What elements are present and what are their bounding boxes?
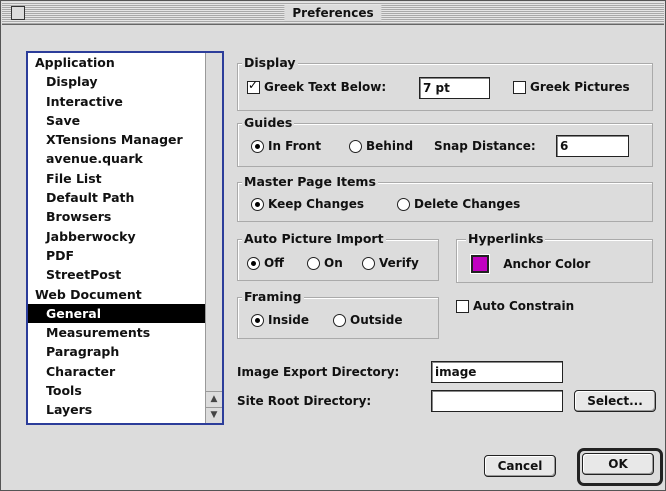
verify-label: Verify xyxy=(379,256,419,270)
category-list-item[interactable]: General xyxy=(28,303,205,324)
anchor-color-label: Anchor Color xyxy=(503,256,591,271)
off-label: Off xyxy=(264,256,284,270)
close-box-icon[interactable] xyxy=(11,6,25,20)
keep-changes-radio-icon[interactable] xyxy=(251,198,264,211)
category-list[interactable]: Application Display Interactive Save XTensio… xyxy=(26,51,224,425)
greek-text-checkbox[interactable]: Greek Text Below: xyxy=(247,78,387,94)
snap-distance-field[interactable]: 6 xyxy=(556,135,629,157)
framing-inside-radio[interactable]: Inside xyxy=(251,313,309,327)
snap-distance-label: Snap Distance: xyxy=(434,139,536,153)
behind-radio-icon[interactable] xyxy=(349,140,362,153)
in-front-label: In Front xyxy=(268,139,322,153)
framing-outside-radio[interactable]: Outside xyxy=(333,313,402,327)
category-list-item[interactable]: Layers xyxy=(28,400,205,419)
display-group-title: Display xyxy=(242,55,298,70)
category-list-item[interactable]: Default Path xyxy=(28,188,205,207)
window-title: Preferences xyxy=(284,5,382,21)
category-list-item[interactable]: Paragraph xyxy=(28,342,205,361)
delete-changes-label: Delete Changes xyxy=(414,197,521,211)
greek-text-check-icon[interactable] xyxy=(247,78,260,94)
anchor-color-control[interactable]: Anchor Color xyxy=(470,254,591,274)
greek-text-label: Greek Text Below: xyxy=(264,80,387,94)
outside-radio-icon[interactable] xyxy=(333,314,346,327)
off-radio-icon[interactable] xyxy=(247,257,260,270)
delete-changes-radio-icon[interactable] xyxy=(397,198,410,211)
on-radio-icon[interactable] xyxy=(307,257,320,270)
category-list-item[interactable]: Measurements xyxy=(28,323,205,342)
api-verify-radio[interactable]: Verify xyxy=(362,256,419,270)
guides-group-title: Guides xyxy=(242,115,295,130)
api-on-radio[interactable]: On xyxy=(307,256,343,270)
image-export-label: Image Export Directory: xyxy=(237,365,400,379)
greek-text-size-field[interactable]: 7 pt xyxy=(419,77,490,99)
inside-label: Inside xyxy=(268,313,309,327)
api-off-radio[interactable]: Off xyxy=(247,256,284,270)
auto-constrain-checkbox[interactable]: Auto Constrain xyxy=(456,299,574,313)
list-scrollbar[interactable]: ▲ ▼ xyxy=(205,53,222,423)
category-list-item[interactable]: Jabberwocky xyxy=(28,227,205,246)
cancel-button[interactable]: Cancel xyxy=(484,455,556,477)
behind-label: Behind xyxy=(366,139,414,153)
auto-picture-import-title: Auto Picture Import xyxy=(242,231,386,246)
greek-pictures-check-icon[interactable] xyxy=(513,81,526,94)
category-list-items: Application Display Interactive Save XTensio… xyxy=(28,53,205,423)
ok-button-frame: OK xyxy=(577,448,663,486)
anchor-color-swatch[interactable] xyxy=(470,254,490,274)
category-list-item[interactable]: Tools xyxy=(28,381,205,400)
delete-changes-radio[interactable]: Delete Changes xyxy=(397,197,520,211)
keep-changes-label: Keep Changes xyxy=(268,197,364,211)
hyperlinks-title: Hyperlinks xyxy=(466,231,546,246)
guides-in-front-radio[interactable]: In Front xyxy=(251,139,321,153)
category-list-item[interactable]: Save xyxy=(28,111,205,130)
auto-constrain-label: Auto Constrain xyxy=(473,299,575,313)
verify-radio-icon[interactable] xyxy=(362,257,375,270)
image-export-field[interactable]: image xyxy=(431,361,563,383)
auto-constrain-check-icon[interactable] xyxy=(456,300,469,313)
guides-behind-radio[interactable]: Behind xyxy=(349,139,413,153)
greek-pictures-checkbox[interactable]: Greek Pictures xyxy=(513,80,630,94)
in-front-radio-icon[interactable] xyxy=(251,140,264,153)
master-page-items-title: Master Page Items xyxy=(242,174,378,189)
select-button[interactable]: Select... xyxy=(574,390,656,412)
scroll-up-arrow-icon[interactable]: ▲ xyxy=(206,391,222,407)
category-list-item[interactable]: Browsers xyxy=(28,207,205,226)
scroll-down-arrow-icon[interactable]: ▼ xyxy=(206,407,222,423)
ok-button[interactable]: OK xyxy=(582,453,654,475)
site-root-label: Site Root Directory: xyxy=(237,394,372,408)
site-root-field[interactable] xyxy=(431,390,563,412)
category-list-item[interactable]: Interactive xyxy=(28,92,205,111)
preferences-dialog: Preferences Application Display Interactiv… xyxy=(0,0,666,491)
category-list-item[interactable]: XTensions Manager xyxy=(28,130,205,149)
category-list-item[interactable]: StreetPost xyxy=(28,265,205,284)
category-list-item[interactable]: PDF xyxy=(28,246,205,265)
outside-label: Outside xyxy=(350,313,403,327)
category-list-item[interactable]: File List xyxy=(28,169,205,188)
keep-changes-radio[interactable]: Keep Changes xyxy=(251,197,364,211)
category-list-item[interactable]: Application xyxy=(28,53,205,72)
greek-pictures-label: Greek Pictures xyxy=(530,80,630,94)
category-list-item[interactable]: Display xyxy=(28,72,205,91)
category-list-item[interactable]: Character xyxy=(28,362,205,381)
category-list-item[interactable]: avenue.quark xyxy=(28,149,205,168)
title-bar[interactable]: Preferences xyxy=(2,2,664,25)
inside-radio-icon[interactable] xyxy=(251,314,264,327)
category-list-item[interactable]: Web Document xyxy=(28,285,205,304)
framing-title: Framing xyxy=(242,289,304,304)
on-label: On xyxy=(324,256,343,270)
